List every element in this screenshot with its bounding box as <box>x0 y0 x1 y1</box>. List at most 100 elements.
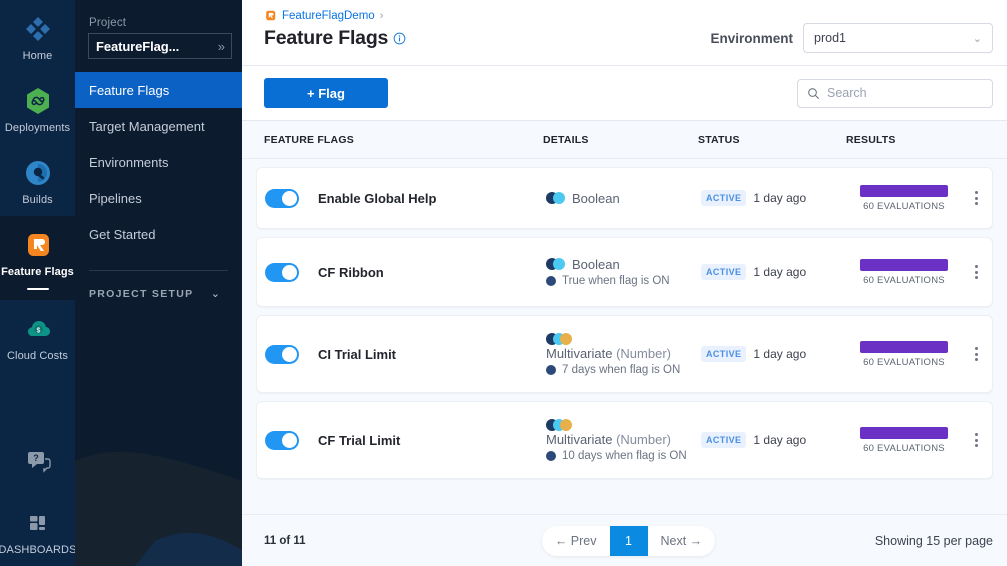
builds-circle-icon <box>23 158 53 188</box>
project-sidebar-content: Project FeatureFlag... » Feature Flags T… <box>75 0 242 300</box>
default-variation: 7 days when flag is ON <box>546 364 701 376</box>
evaluations-label: 60 EVALUATIONS <box>863 274 945 286</box>
table-row[interactable]: CF Ribbon Boolean True when flag is ON A… <box>256 237 993 307</box>
rail-item-feature-flags[interactable]: Feature Flags <box>0 216 75 300</box>
toolbar: + Flag <box>242 66 1007 121</box>
flag-name: CF Ribbon <box>318 264 384 280</box>
project-selector[interactable]: FeatureFlag... » <box>88 33 232 59</box>
breadcrumb-separator: › <box>379 9 384 22</box>
page-header-left: FeatureFlagDemo › Feature Flags <box>264 9 406 50</box>
sidebar-item-feature-flags[interactable]: Feature Flags <box>75 72 242 108</box>
flag-toggle[interactable] <box>265 188 299 208</box>
background-decoration <box>75 451 242 566</box>
sidebar-item-environments[interactable]: Environments <box>75 144 242 180</box>
flag-type-line: Multivariate (Number) <box>546 432 701 447</box>
search-icon <box>807 87 820 100</box>
details-type-line: Boolean <box>546 191 701 206</box>
toggle-knob <box>282 346 297 362</box>
feature-flags-icon <box>23 230 53 260</box>
details-cell: Multivariate (Number) 7 days when flag i… <box>546 332 701 376</box>
status-badge: ACTIVE <box>701 190 747 206</box>
flag-toggle[interactable] <box>265 430 299 450</box>
flag-toggle[interactable] <box>265 344 299 364</box>
page-title-row: Feature Flags <box>264 27 406 50</box>
project-sidebar: Project FeatureFlag... » Feature Flags T… <box>75 0 242 566</box>
environment-label: Environment <box>710 30 793 46</box>
environment-select[interactable]: prod1 ⌄ <box>803 23 993 53</box>
evaluations-bar <box>860 340 948 353</box>
variation-dot-icon <box>546 276 556 286</box>
page-title: Feature Flags <box>264 27 389 49</box>
flag-name: Enable Global Help <box>318 190 437 206</box>
default-variation: True when flag is ON <box>546 275 701 287</box>
search-input[interactable] <box>827 86 983 100</box>
kebab-menu-icon[interactable] <box>971 429 982 451</box>
kebab-menu-icon[interactable] <box>971 187 982 209</box>
deployments-infinity-icon <box>23 86 53 116</box>
rail-item-label: Builds <box>22 194 53 206</box>
project-setup-section[interactable]: PROJECT SETUP ⌄ <box>75 271 242 301</box>
flag-type: Multivariate <box>546 345 613 361</box>
prev-page-button[interactable]: ← Prev <box>542 526 610 556</box>
search-box[interactable] <box>797 78 993 108</box>
results-cell: 60 EVALUATIONS <box>849 426 992 454</box>
cloud-costs-icon: $ <box>23 314 53 344</box>
project-setup-label: PROJECT SETUP <box>89 287 194 300</box>
info-icon[interactable] <box>393 32 406 45</box>
feature-flag-list: Enable Global Help Boolean ACTIVE 1 day … <box>242 159 1007 514</box>
table-row[interactable]: CF Trial Limit Multivariate (Number) 10 … <box>256 401 993 479</box>
kebab-menu-icon[interactable] <box>971 261 982 283</box>
sidebar-item-get-started[interactable]: Get Started <box>75 216 242 252</box>
next-page-button[interactable]: Next → <box>648 526 716 556</box>
project-nav-list: Feature Flags Target Management Environm… <box>75 72 242 252</box>
evaluations-bar <box>860 184 948 197</box>
results-metric: 60 EVALUATIONS <box>849 340 959 368</box>
rail-item-builds[interactable]: Builds <box>0 144 75 216</box>
kebab-menu-icon[interactable] <box>971 343 982 365</box>
sidebar-item-label: Pipelines <box>89 190 142 206</box>
main-content: FeatureFlagDemo › Feature Flags Environm… <box>242 0 1007 566</box>
boolean-variation-dots-icon <box>546 191 565 204</box>
flag-cell: CF Trial Limit <box>265 430 546 450</box>
rail-item-cloud-costs[interactable]: $ Cloud Costs <box>0 300 75 372</box>
column-header-details: DETAILS <box>543 133 589 146</box>
last-updated: 1 day ago <box>753 191 807 205</box>
table-row[interactable]: Enable Global Help Boolean ACTIVE 1 day … <box>256 167 993 229</box>
flag-type-suffix: (Number) <box>616 345 671 361</box>
evaluations-bar <box>860 426 948 439</box>
sidebar-item-target-management[interactable]: Target Management <box>75 108 242 144</box>
page-header: FeatureFlagDemo › Feature Flags Environm… <box>242 0 1007 66</box>
rail-item-deployments[interactable]: Deployments <box>0 72 75 144</box>
status-badge: ACTIVE <box>701 432 747 448</box>
evaluations-label: 60 EVALUATIONS <box>863 442 945 454</box>
details-type-line: Boolean <box>546 257 701 272</box>
toggle-knob <box>282 432 297 448</box>
sidebar-item-pipelines[interactable]: Pipelines <box>75 180 242 216</box>
breadcrumb-project-link[interactable]: FeatureFlagDemo <box>282 10 375 22</box>
status-badge: ACTIVE <box>701 264 747 280</box>
status-cell: ACTIVE 1 day ago <box>701 432 849 448</box>
sidebar-item-label: Get Started <box>89 226 156 242</box>
results-metric: 60 EVALUATIONS <box>849 184 959 212</box>
help-chat-icon: ? <box>23 446 53 476</box>
active-indicator <box>26 288 49 290</box>
toggle-knob <box>282 190 297 206</box>
variation-text: 7 days when flag is ON <box>562 363 681 376</box>
results-cell: 60 EVALUATIONS <box>849 258 992 286</box>
evaluations-label: 60 EVALUATIONS <box>863 356 945 368</box>
add-flag-button[interactable]: + Flag <box>264 78 388 108</box>
rail-item-help[interactable]: ? <box>0 428 75 494</box>
default-variation: 10 days when flag is ON <box>546 450 701 462</box>
column-header-status: STATUS <box>698 133 740 146</box>
page-number-button[interactable]: 1 <box>609 525 648 556</box>
rail-item-dashboards[interactable]: DASHBOARDS <box>0 494 75 566</box>
flag-toggle[interactable] <box>265 262 299 282</box>
breadcrumb: FeatureFlagDemo › <box>264 9 406 22</box>
environment-picker: Environment prod1 ⌄ <box>710 23 993 53</box>
multivariate-variation-dots-icon <box>546 332 701 345</box>
rail-item-home[interactable]: Home <box>0 0 75 72</box>
flag-name: CI Trial Limit <box>318 346 397 362</box>
rail-item-label: Feature Flags <box>1 266 74 278</box>
table-row[interactable]: CI Trial Limit Multivariate (Number) 7 d… <box>256 315 993 393</box>
flag-cell: CF Ribbon <box>265 262 546 282</box>
